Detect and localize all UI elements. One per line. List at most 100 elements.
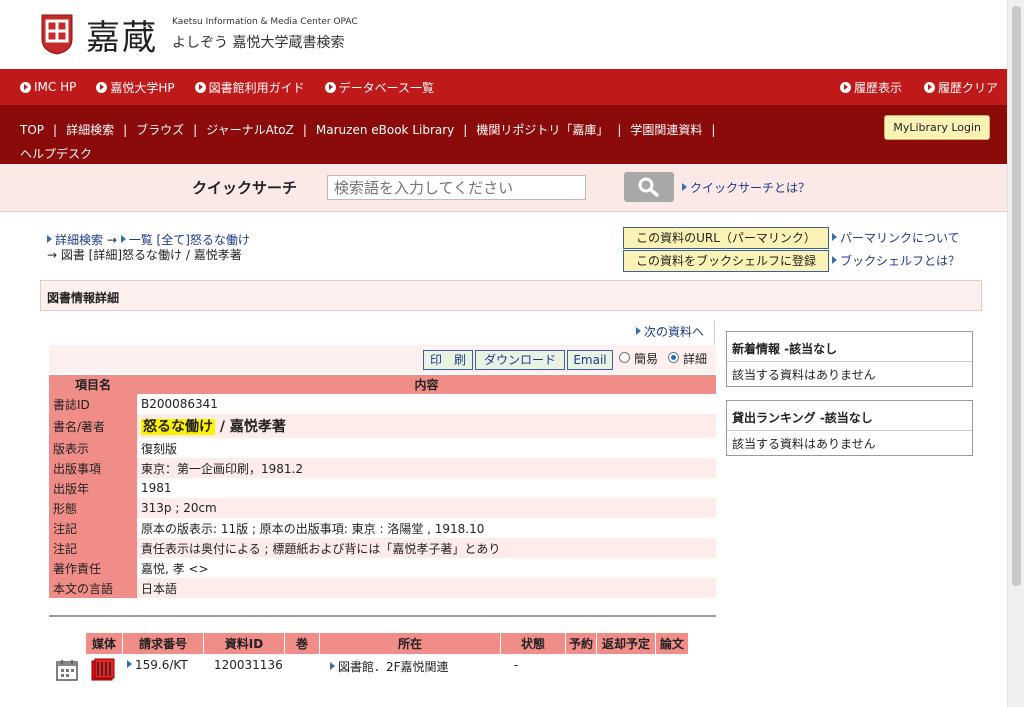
next-item-link[interactable]: 次の資料へ [636, 323, 704, 340]
arrow-circle-icon [20, 81, 31, 93]
email-button[interactable]: Email [567, 350, 613, 370]
separator: | [53, 123, 58, 137]
subnav-repository[interactable]: 機関リポジトリ「嘉庫」 [476, 123, 608, 137]
field-value: 原本の版表示: 11版 ; 原本の出版事項: 東京 : 洛陽堂 , 1918.1… [137, 518, 716, 538]
nav-label: IMC HP [34, 80, 77, 94]
section-divider [49, 615, 716, 617]
item-id: 120031136 [214, 658, 283, 672]
field-value: 嘉悦, 孝 <> [137, 558, 716, 578]
location-label: 図書館．2F嘉悦関連 [338, 660, 449, 674]
calendar-icon[interactable] [56, 659, 78, 681]
new-arrivals-body: 該当する資料はありません [732, 368, 876, 382]
subnav-helpdesk[interactable]: ヘルプデスク [20, 147, 92, 161]
nav-imc-hp[interactable]: IMC HP [20, 80, 76, 94]
nav-label: 嘉悦大学HP [110, 80, 175, 95]
history-links: 履歴表示 履歴クリア [818, 79, 998, 96]
subnav-school-materials[interactable]: 学園関連資料 [630, 123, 702, 137]
breadcrumb: 詳細検索 → 一覧 [全て]怒るな働け → 図書 [詳細]怒るな働け / 嘉悦孝… [47, 233, 250, 263]
column-header: 状態 [501, 633, 565, 654]
nav-history-show[interactable]: 履歴表示 [839, 79, 902, 96]
permalink-help-link[interactable]: パーマリンクについて [832, 229, 960, 246]
bookshelf-button[interactable]: この資料をブックシェルフに登録 [623, 250, 829, 272]
call-number: 159.6/KT [135, 658, 188, 672]
nav-label: データベース一覧 [338, 80, 435, 95]
mylibrary-login-button[interactable]: MyLibrary Login [884, 115, 990, 140]
nav-history-clear[interactable]: 履歴クリア [923, 79, 998, 96]
field-value: B200086341 [137, 394, 716, 414]
breadcrumb-list[interactable]: 一覧 [全て]怒るな働け [120, 233, 250, 247]
field-key: 著作責任 [49, 558, 137, 578]
detail-toolbar: 印 刷 ダウンロード Email 簡易 詳細 [49, 345, 716, 373]
field-value: 東京：第一企画印刷，1981.2 [137, 458, 716, 478]
quick-search-input[interactable] [327, 175, 586, 200]
field-value: 1981 [137, 478, 716, 498]
quick-search-bar: クイックサーチ クイックサーチとは？ [0, 164, 1020, 212]
call-number-link[interactable]: 159.6/KT [127, 658, 188, 672]
detail-view-radio[interactable] [668, 352, 679, 363]
breadcrumb-label: 詳細検索 [55, 233, 104, 247]
search-icon [638, 177, 659, 197]
search-button[interactable] [624, 172, 674, 202]
permalink-button[interactable]: この資料のURL（パーマリンク） [623, 227, 829, 249]
arrow-circle-icon [194, 81, 206, 93]
field-value: 怒るな働け / 嘉悦孝著 [137, 414, 716, 438]
loan-ranking-title: 貸出ランキング -該当なし [727, 401, 972, 431]
logo-text[interactable]: 嘉蔵 [86, 10, 158, 59]
column-header: 資料ID [204, 633, 284, 654]
separator: | [463, 123, 468, 137]
separator: | [711, 123, 716, 137]
new-arrivals-box: 新着情報 -該当なし 該当する資料はありません [726, 331, 973, 387]
subnav-maruzen[interactable]: Maruzen eBook Library [316, 123, 454, 137]
table-row: 書誌ID B200086341 [49, 394, 716, 414]
bookshelf-help-link[interactable]: ブックシェルフとは？ [832, 252, 960, 269]
sub-nav: TOP | 詳細検索 | ブラウズ | ジャーナルAtoZ | Maruzen eBook Li… [0, 105, 1020, 164]
site-header: 嘉蔵 Kaetsu Information & Media Center OPA… [0, 0, 1007, 68]
quick-search-help-label: クイックサーチとは？ [690, 181, 811, 195]
simple-view-radio[interactable] [619, 352, 630, 363]
triangle-icon [636, 327, 641, 335]
column-header: 内容 [137, 375, 716, 394]
table-row: 本文の言語 日本語 [49, 578, 716, 598]
print-button[interactable]: 印 刷 [423, 350, 473, 370]
nav-kaetsu-hp[interactable]: 嘉悦大学HP [96, 79, 175, 96]
nav-library-guide[interactable]: 図書館利用ガイド [194, 79, 305, 96]
table-row: 書名/著者 怒るな働け / 嘉悦孝著 [49, 414, 716, 438]
breadcrumb-label: 一覧 [全て]怒るな働け [128, 233, 250, 247]
arrow-circle-icon [923, 81, 935, 93]
scrollbar-thumb[interactable] [1012, 6, 1021, 586]
arrow-circle-icon [839, 81, 851, 93]
table-header-row: 項目名 内容 [49, 375, 716, 394]
holdings-table: 媒体 請求番号 資料ID 巻 所在 状態 予約 返却予定 論文 [85, 633, 689, 654]
separator: | [123, 123, 128, 137]
subnav-browse[interactable]: ブラウズ [136, 123, 184, 137]
subnav-top[interactable]: TOP [20, 123, 44, 137]
breadcrumb-arrow: → [106, 233, 117, 247]
quick-search-help-link[interactable]: クイックサーチとは？ [682, 179, 810, 196]
location-link[interactable]: 図書館．2F嘉悦関連 [330, 658, 449, 675]
column-header: 論文 [656, 633, 688, 654]
breadcrumb-advanced-search[interactable]: 詳細検索 [47, 233, 103, 247]
field-key: 出版事項 [49, 458, 137, 478]
book-author: / 嘉悦孝著 [215, 419, 286, 435]
table-row: 出版事項 東京：第一企画印刷，1981.2 [49, 458, 716, 478]
quick-search-label: クイックサーチ [192, 179, 298, 197]
book-media-icon [91, 658, 115, 681]
bibliographic-table: 項目名 内容 書誌ID B200086341 書名/著者 怒るな働け / 嘉悦孝著 … [49, 375, 716, 598]
triangle-icon [682, 183, 687, 191]
subnav-journal-atoz[interactable]: ジャーナルAtoZ [206, 123, 294, 137]
vertical-scrollbar[interactable] [1007, 0, 1024, 707]
column-header: 媒体 [86, 633, 122, 654]
sub-nav-links: TOP | 詳細検索 | ブラウズ | ジャーナルAtoZ | Maruzen eBook Li… [20, 118, 880, 166]
subnav-advanced-search[interactable]: 詳細検索 [66, 123, 114, 137]
book-title: 怒るな働け [141, 419, 215, 435]
field-key: 書誌ID [49, 394, 137, 414]
new-arrivals-title: 新着情報 -該当なし [727, 332, 972, 362]
status-value: - [514, 658, 519, 672]
table-row: 注記 責任表示は奥付による ; 標題紙および背には「嘉悦孝子著」とあり [49, 538, 716, 558]
field-key: 本文の言語 [49, 578, 137, 598]
university-crest-icon[interactable] [40, 13, 74, 55]
nav-database-list[interactable]: データベース一覧 [324, 79, 435, 96]
column-header: 所在 [320, 633, 500, 654]
download-button[interactable]: ダウンロード [475, 350, 565, 370]
field-key: 書名/著者 [49, 414, 137, 438]
